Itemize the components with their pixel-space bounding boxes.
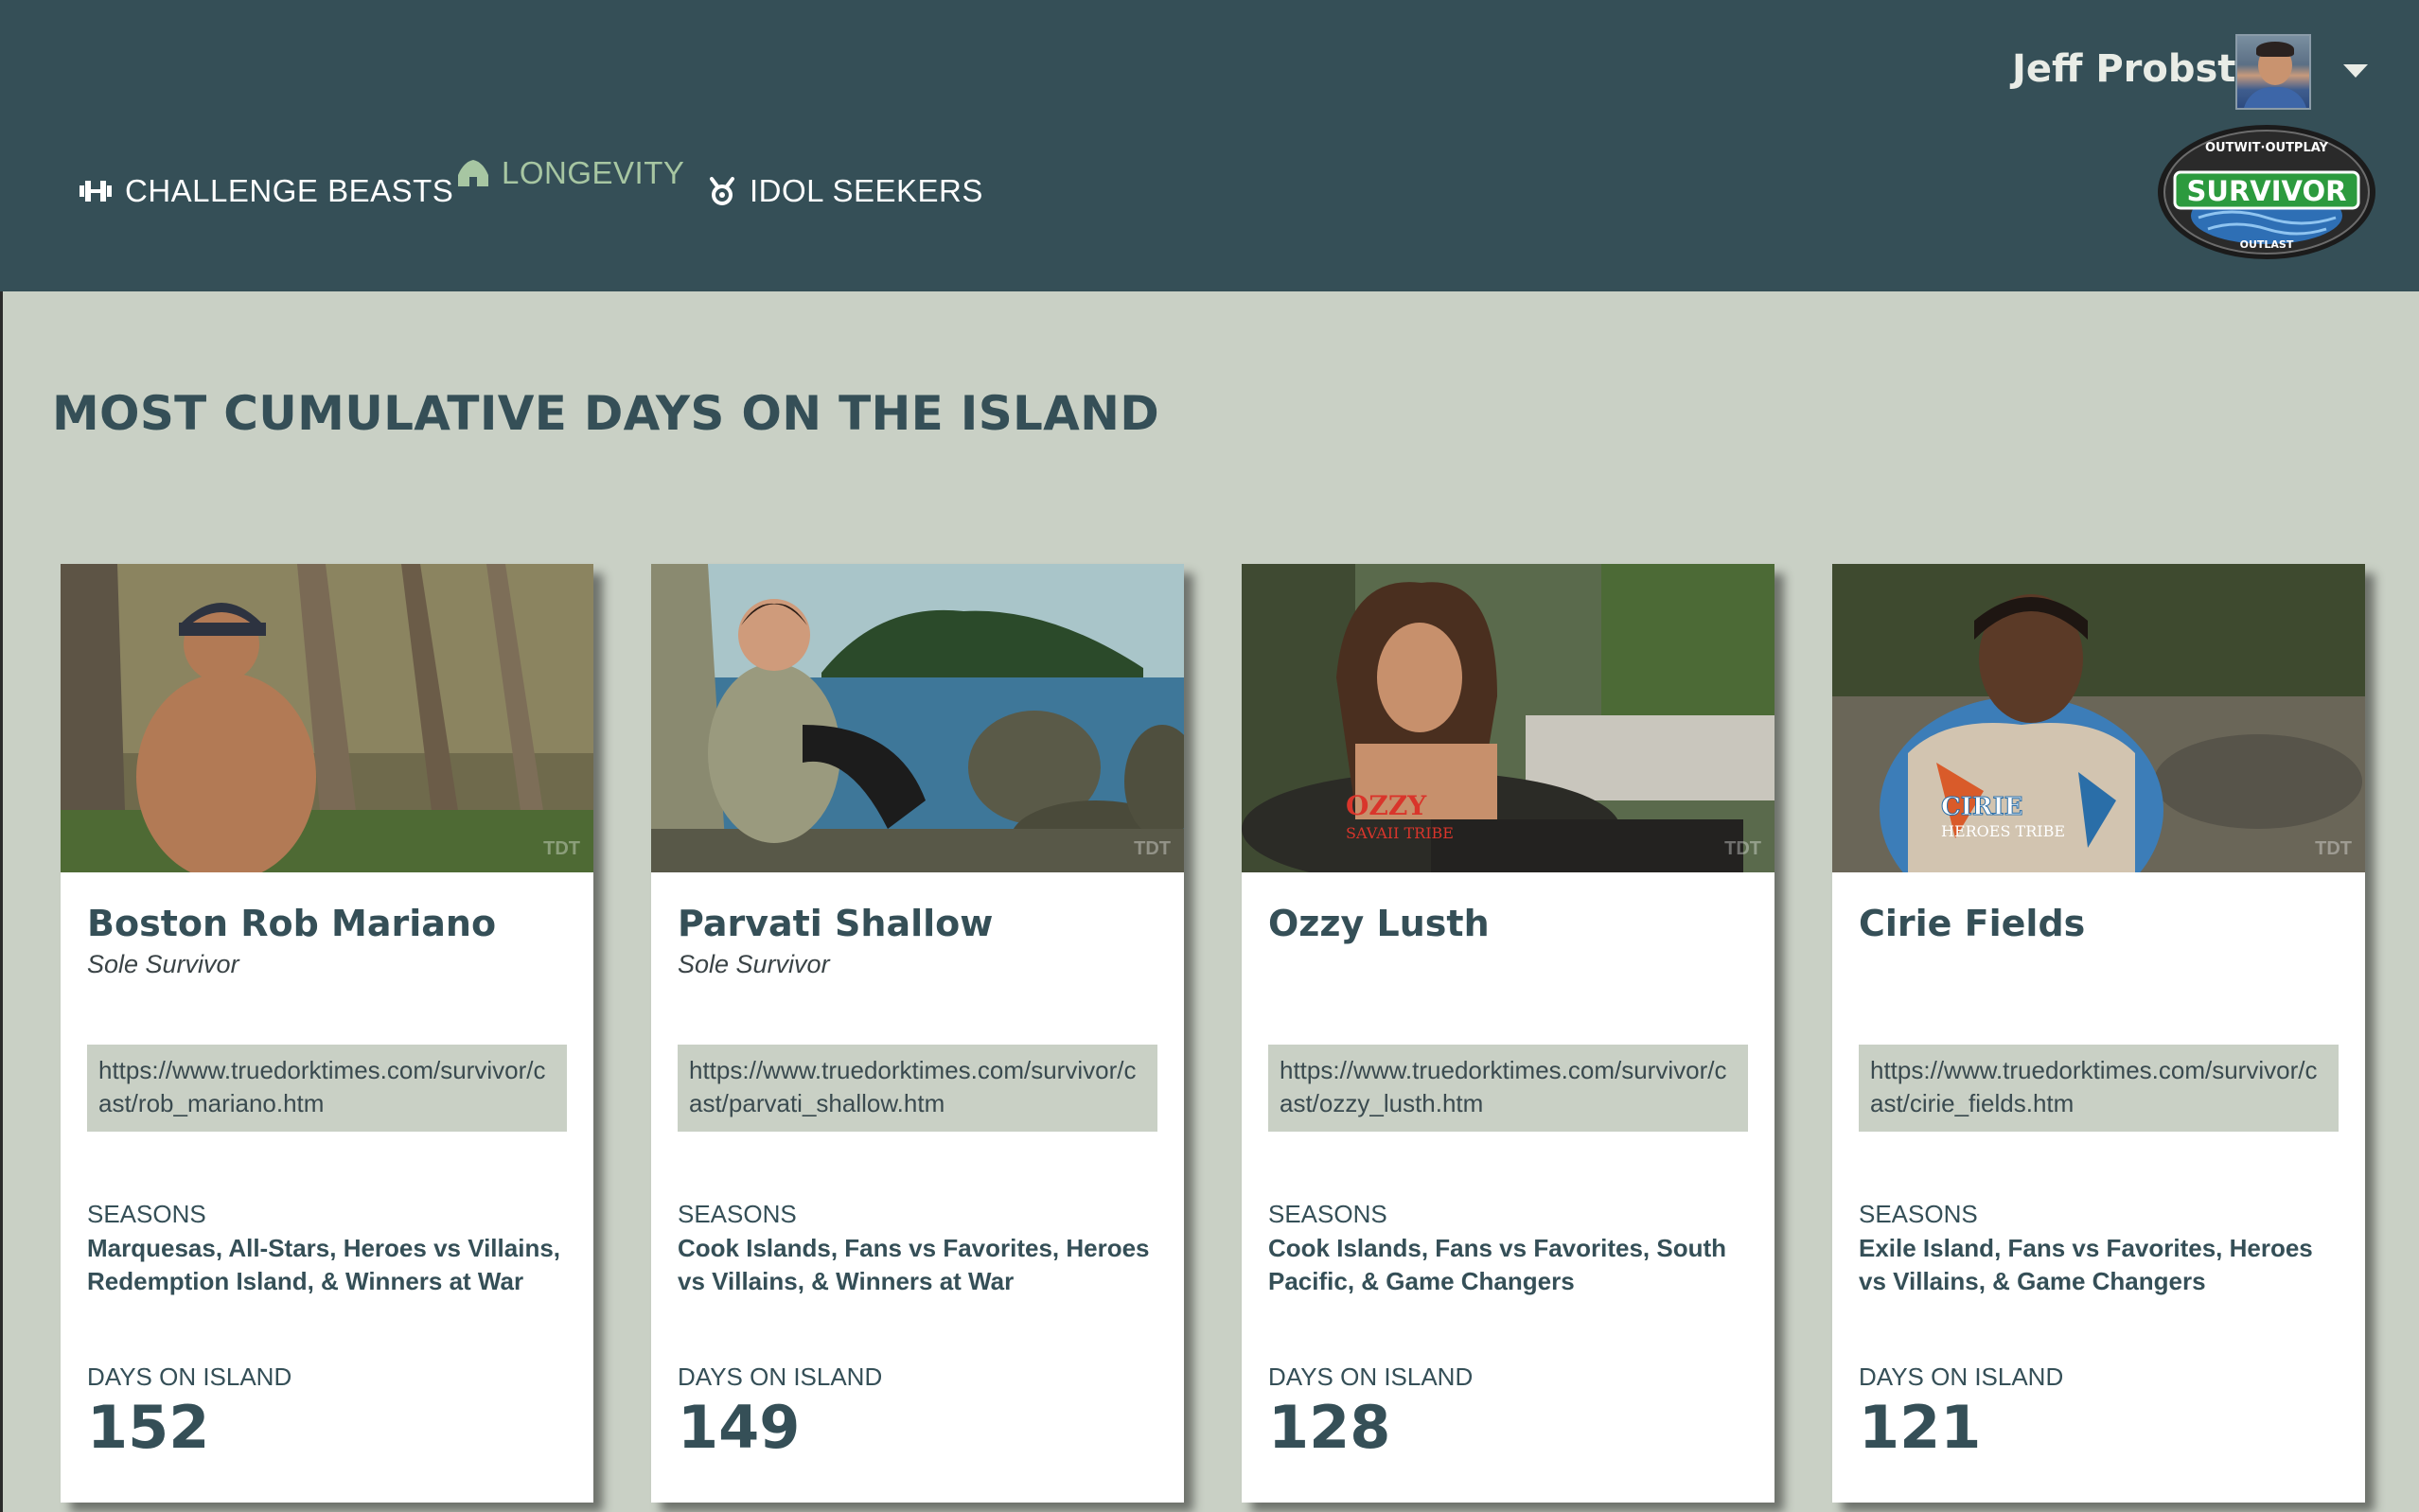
player-seasons: Cook Islands, Fans vs Favorites, Heroes … [678, 1234, 1150, 1295]
seasons-label: SEASONS [1859, 1200, 1978, 1228]
nav-label: CHALLENGE BEASTS [125, 173, 454, 208]
days-label: DAYS ON ISLAND [678, 1363, 883, 1391]
avatar-shirt [2243, 87, 2307, 108]
player-url[interactable]: https://www.truedorktimes.com/survivor/c… [87, 1045, 567, 1132]
page-title: MOST CUMULATIVE DAYS ON THE ISLAND [52, 386, 1160, 441]
player-photo: CIRIE HEROES TRIBE [1832, 564, 2365, 872]
player-photo [61, 564, 593, 872]
seasons-label: SEASONS [1268, 1200, 1387, 1228]
player-title: Sole Survivor [678, 950, 830, 978]
days-label: DAYS ON ISLAND [1859, 1363, 2064, 1391]
player-seasons: Exile Island, Fans vs Favorites, Heroes … [1859, 1234, 2313, 1295]
survivor-logo: SURVIVOR OUTWIT·OUTPLAY OUTLAST [2158, 125, 2375, 259]
avatar-hair [2256, 42, 2294, 57]
player-card[interactable]: TDT Parvati Shallow Sole Survivor https:… [651, 564, 1184, 1503]
player-card[interactable]: OZZY SAVAII TRIBE TDT Ozzy Lusth https:/… [1242, 564, 1775, 1503]
logo-top-arc: OUTWIT·OUTPLAY [2205, 141, 2329, 155]
user-name[interactable]: Jeff Probst [2012, 47, 2235, 91]
player-title: Sole Survivor [87, 950, 239, 978]
player-card[interactable]: CIRIE HEROES TRIBE TDT Cirie Fields http… [1832, 564, 2365, 1503]
player-seasons: Cook Islands, Fans vs Favorites, South P… [1268, 1234, 1727, 1295]
logo-bottom-arc: OUTLAST [2240, 238, 2294, 251]
hut-icon [458, 160, 488, 186]
player-url[interactable]: https://www.truedorktimes.com/survivor/c… [678, 1045, 1157, 1132]
photo-watermark: TDT [2315, 838, 2352, 859]
player-days: 149 [678, 1393, 801, 1462]
player-photo: OZZY SAVAII TRIBE [1242, 564, 1775, 872]
player-url[interactable]: https://www.truedorktimes.com/survivor/c… [1859, 1045, 2339, 1132]
nav-label: IDOL SEEKERS [750, 173, 983, 208]
idol-icon [710, 177, 734, 205]
player-url[interactable]: https://www.truedorktimes.com/survivor/c… [1268, 1045, 1748, 1132]
days-label: DAYS ON ISLAND [87, 1363, 292, 1391]
dumbbell-icon [79, 181, 112, 202]
player-name: Ozzy Lusth [1268, 903, 1490, 944]
player-seasons: Marquesas, All-Stars, Heroes vs Villains… [87, 1234, 561, 1295]
top-header: CHALLENGE BEASTS LONGEVITY IDOL SEEKERS … [0, 0, 2419, 291]
chevron-down-icon[interactable] [2343, 64, 2368, 78]
photo-watermark: TDT [1724, 838, 1761, 859]
player-photo [651, 564, 1184, 872]
player-name: Cirie Fields [1859, 903, 2086, 944]
photo-watermark: TDT [543, 838, 580, 859]
player-days: 128 [1268, 1393, 1391, 1462]
avatar[interactable] [2235, 34, 2311, 110]
photo-tribe: SAVAII TRIBE [1346, 824, 1454, 842]
photo-caption: OZZY [1346, 790, 1427, 821]
photo-caption: CIRIE [1941, 793, 2022, 821]
nav-idol-seekers[interactable]: IDOL SEEKERS [706, 173, 983, 209]
seasons-label: SEASONS [87, 1200, 206, 1228]
days-label: DAYS ON ISLAND [1268, 1363, 1474, 1391]
player-days: 152 [87, 1393, 210, 1462]
player-days: 121 [1859, 1393, 1982, 1462]
nav-label: LONGEVITY [502, 155, 685, 190]
player-card[interactable]: TDT Boston Rob Mariano Sole Survivor htt… [61, 564, 593, 1503]
logo-text: SURVIVOR [2187, 175, 2347, 207]
nav-challenge-beasts[interactable]: CHALLENGE BEASTS [78, 173, 453, 209]
photo-watermark: TDT [1134, 838, 1171, 859]
nav-longevity[interactable]: LONGEVITY [456, 155, 684, 191]
seasons-label: SEASONS [678, 1200, 797, 1228]
photo-tribe: HEROES TRIBE [1941, 822, 2065, 840]
player-name: Boston Rob Mariano [87, 903, 497, 944]
player-name: Parvati Shallow [678, 903, 994, 944]
